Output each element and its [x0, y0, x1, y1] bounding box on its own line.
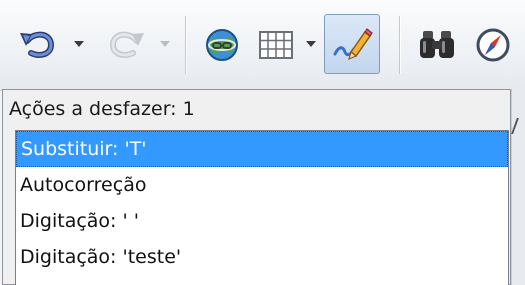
- undo-button[interactable]: [14, 18, 64, 72]
- redo-dropdown-arrow[interactable]: [160, 41, 170, 47]
- hyperlink-button[interactable]: [200, 18, 244, 72]
- list-item[interactable]: Substituir: 'T': [16, 131, 508, 167]
- binoculars-icon: [420, 31, 454, 58]
- table-dropdown-arrow[interactable]: [306, 41, 316, 47]
- compass-icon: [476, 28, 510, 62]
- find-replace-button[interactable]: [414, 18, 460, 72]
- undo-actions-dropdown: Ações a desfazer: 1 Substituir: 'T' Auto…: [2, 89, 511, 285]
- redo-button[interactable]: [100, 18, 150, 72]
- list-item[interactable]: Digitação: 'teste': [16, 239, 508, 275]
- application-window: Ações a desfazer: 1 Substituir: 'T' Auto…: [0, 0, 525, 285]
- show-draw-functions-button[interactable]: [324, 14, 380, 74]
- list-item[interactable]: Autocorreção: [16, 167, 508, 203]
- undo-actions-list[interactable]: Substituir: 'T' Autocorreção Digitação: …: [15, 130, 509, 285]
- toolbar-separator: [399, 16, 400, 74]
- standard-toolbar: [0, 0, 525, 91]
- redo-icon: [109, 31, 144, 58]
- table-grid-icon: [259, 31, 293, 59]
- table-button[interactable]: [254, 18, 298, 72]
- toolbar-separator: [185, 16, 186, 74]
- draw-pencil-icon: [333, 28, 373, 61]
- navigator-button[interactable]: [470, 18, 516, 72]
- globe-link-icon: [206, 29, 238, 61]
- undo-icon: [20, 31, 55, 58]
- undo-count-label: Ações a desfazer: 1: [9, 98, 195, 120]
- undo-dropdown-arrow[interactable]: [74, 41, 84, 47]
- list-item[interactable]: Digitação: ' ': [16, 203, 508, 239]
